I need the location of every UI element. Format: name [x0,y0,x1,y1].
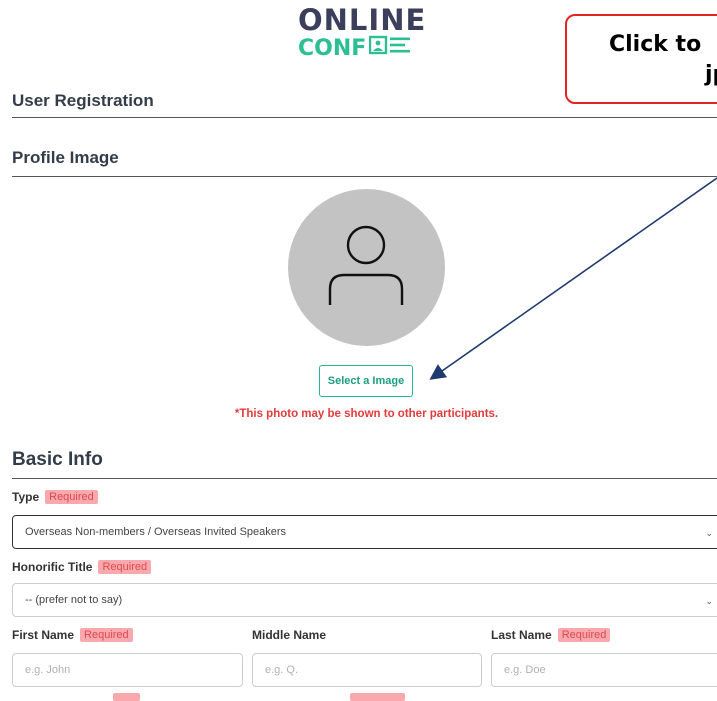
photo-warning-note: *This photo may be shown to other partic… [234,408,499,420]
divider [12,478,717,479]
chevron-down-icon: ⌄ [705,528,713,538]
first-name-label-text: First Name [12,628,75,642]
middle-name-label: Middle Name [252,628,326,642]
user-icon [328,225,404,305]
select-image-button[interactable]: Select a Image [319,365,413,397]
basic-info-heading: Basic Info [12,449,103,470]
profile-image-heading: Profile Image [12,148,119,167]
type-select-value: Overseas Non-members / Overseas Invited … [25,526,287,538]
type-label: Type Required [12,490,98,504]
avatar[interactable] [288,189,445,346]
required-badge: Required [80,628,133,642]
type-select[interactable]: Overseas Non-members / Overseas Invited … [12,515,717,549]
honorific-select[interactable]: -- (prefer not to say) ⌄ [12,583,717,617]
last-name-input[interactable] [491,653,717,687]
honorific-label-text: Honorific Title [12,560,93,574]
required-badge: Required [45,490,98,504]
last-name-label-text: Last Name [491,628,552,642]
type-label-text: Type [12,490,40,504]
page-title: User Registration [12,91,154,110]
chevron-down-icon: ⌄ [705,596,713,606]
divider [12,117,717,118]
middle-name-input[interactable] [252,653,482,687]
honorific-label: Honorific Title Required [12,560,152,574]
honorific-select-value: -- (prefer not to say) [25,594,123,606]
first-name-input[interactable] [12,653,243,687]
required-badge: Required [557,628,611,642]
required-badge [113,693,140,701]
last-name-label: Last Name Required [491,628,611,642]
middle-name-label-text: Middle Name [252,628,327,642]
divider [12,176,717,177]
required-badge: Required [98,560,152,574]
required-badge [350,693,405,701]
first-name-label: First Name Required [12,628,133,642]
